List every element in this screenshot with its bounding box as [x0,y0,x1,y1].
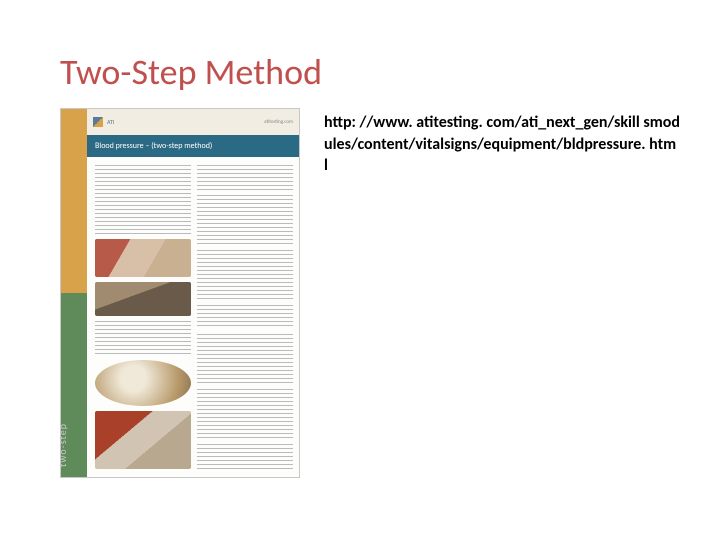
instructional-image [95,411,191,469]
placeholder-text [95,321,191,355]
placeholder-text [197,165,293,190]
thumbnail-brand: ATI [107,118,264,126]
thumbnail-left-column [95,165,191,469]
placeholder-text [197,195,293,245]
thumbnail-body: ATI atitesting.com Blood pressure – (two… [87,109,299,477]
thumbnail-right-column [197,165,293,469]
thumbnail-doc-title: Blood pressure – (two-step method) [87,135,299,157]
content-row: ATI atitesting.com Blood pressure – (two… [60,108,680,478]
placeholder-text [197,305,293,330]
reference-url: http: //www. atitesting. com/ati_next_ge… [324,108,680,478]
instructional-image [95,282,191,316]
placeholder-text [197,444,293,469]
document-thumbnail: ATI atitesting.com Blood pressure – (two… [60,108,300,478]
thumbnail-accent-strip [61,109,87,477]
placeholder-text [95,165,191,234]
thumbnail-side-label: two-step [56,423,69,467]
thumbnail-site: atitesting.com [264,119,293,125]
thumbnail-content: two-step [87,157,299,477]
thumbnail-header: ATI atitesting.com [87,109,299,135]
placeholder-text [197,389,293,439]
ati-logo-icon [93,117,103,127]
placeholder-text [197,334,293,384]
slide: Two-Step Method ATI atitesting.com Blood… [0,0,720,540]
placeholder-text [197,250,293,300]
gauge-image [95,360,191,406]
instructional-image [95,239,191,277]
slide-title: Two-Step Method [60,50,680,94]
